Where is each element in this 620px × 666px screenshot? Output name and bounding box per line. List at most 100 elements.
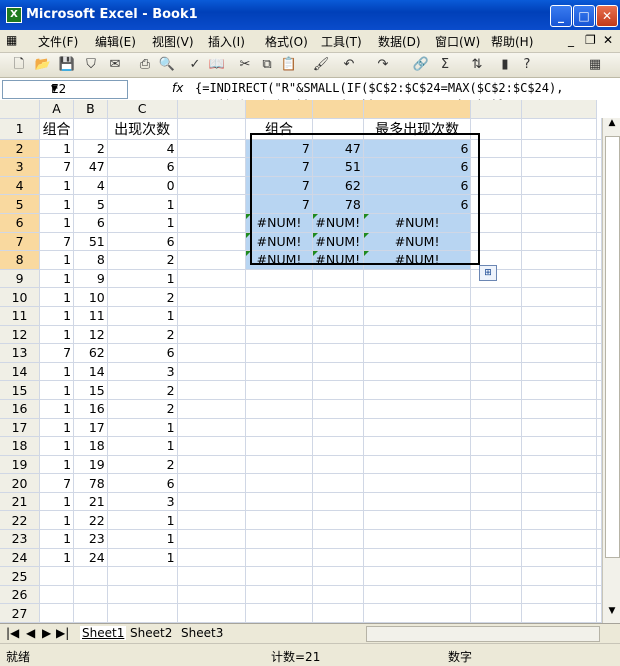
cell[interactable] <box>471 585 522 604</box>
cell[interactable]: 1 <box>107 530 177 549</box>
workbook-icon[interactable]: ▦ <box>6 33 17 47</box>
cell[interactable] <box>471 344 522 363</box>
cell[interactable]: 7 <box>246 158 313 177</box>
cell[interactable] <box>312 567 363 586</box>
column-header[interactable] <box>363 100 471 118</box>
last-sheet-icon[interactable]: ▶| <box>56 626 69 640</box>
cell[interactable] <box>522 492 597 511</box>
cell[interactable] <box>522 139 597 158</box>
cell[interactable] <box>312 511 363 530</box>
worksheet-grid[interactable]: ABC1组合出现次数组合最多出现次数2124747637476751641407… <box>0 100 602 623</box>
column-header[interactable]: A <box>40 100 74 118</box>
cell[interactable] <box>471 176 522 195</box>
cell[interactable]: 1 <box>40 139 74 158</box>
cell[interactable] <box>40 567 74 586</box>
cell[interactable]: 1 <box>107 511 177 530</box>
cell[interactable] <box>363 437 471 456</box>
cell[interactable] <box>471 418 522 437</box>
cell[interactable] <box>471 325 522 344</box>
cell[interactable] <box>363 604 471 623</box>
cell[interactable] <box>177 306 246 325</box>
cell[interactable]: 1 <box>40 306 74 325</box>
row-header[interactable]: 10 <box>0 288 40 307</box>
cell[interactable] <box>246 492 313 511</box>
cell[interactable] <box>522 604 597 623</box>
cell[interactable] <box>177 362 246 381</box>
cell[interactable]: 4 <box>107 139 177 158</box>
cell[interactable]: 2 <box>107 325 177 344</box>
cell[interactable] <box>177 604 246 623</box>
row-header[interactable]: 2 <box>0 139 40 158</box>
cell[interactable] <box>363 399 471 418</box>
cell[interactable] <box>246 530 313 549</box>
cell[interactable] <box>363 381 471 400</box>
cell[interactable] <box>522 548 597 567</box>
cell[interactable]: 1 <box>40 455 74 474</box>
cell[interactable]: 9 <box>74 269 108 288</box>
cell[interactable]: 12 <box>74 325 108 344</box>
cell[interactable]: #NUM! <box>312 232 363 251</box>
cell[interactable] <box>246 437 313 456</box>
cell[interactable] <box>312 344 363 363</box>
cell[interactable] <box>363 288 471 307</box>
cell[interactable] <box>177 325 246 344</box>
cell[interactable]: 2 <box>74 139 108 158</box>
cell[interactable] <box>363 455 471 474</box>
cell[interactable]: 2 <box>107 399 177 418</box>
cell[interactable] <box>246 362 313 381</box>
cell[interactable] <box>522 399 597 418</box>
open-icon[interactable]: 📂 <box>34 56 52 74</box>
cell[interactable] <box>246 399 313 418</box>
cell[interactable] <box>597 381 602 400</box>
cell[interactable] <box>363 325 471 344</box>
cell[interactable] <box>312 325 363 344</box>
cell[interactable] <box>246 418 313 437</box>
cell[interactable]: 1 <box>40 548 74 567</box>
cell[interactable] <box>471 604 522 623</box>
column-header[interactable] <box>246 100 313 118</box>
cell[interactable] <box>471 213 522 232</box>
cell[interactable] <box>177 381 246 400</box>
cell[interactable]: 1 <box>40 288 74 307</box>
cell[interactable] <box>597 418 602 437</box>
cell[interactable] <box>471 362 522 381</box>
cell[interactable] <box>471 530 522 549</box>
cell[interactable] <box>312 604 363 623</box>
cell[interactable]: 21 <box>74 492 108 511</box>
cell[interactable]: 1 <box>40 195 74 214</box>
cell[interactable] <box>522 511 597 530</box>
row-header[interactable]: 16 <box>0 399 40 418</box>
cell[interactable] <box>363 511 471 530</box>
cell[interactable]: 11 <box>74 306 108 325</box>
cell[interactable] <box>522 251 597 270</box>
name-box[interactable]: E2 ▼ <box>2 80 128 99</box>
cell[interactable] <box>597 139 602 158</box>
row-header[interactable]: 4 <box>0 176 40 195</box>
cell[interactable]: 6 <box>363 158 471 177</box>
cell[interactable] <box>597 251 602 270</box>
cell[interactable] <box>597 399 602 418</box>
cell[interactable]: 1 <box>40 530 74 549</box>
cell[interactable] <box>597 176 602 195</box>
row-header[interactable]: 14 <box>0 362 40 381</box>
cell[interactable] <box>177 139 246 158</box>
cell[interactable]: 2 <box>107 288 177 307</box>
cell[interactable]: 1 <box>40 251 74 270</box>
cell[interactable] <box>363 567 471 586</box>
cell[interactable]: 7 <box>40 158 74 177</box>
cell[interactable]: 3 <box>107 362 177 381</box>
cell[interactable] <box>363 344 471 363</box>
cell[interactable]: 4 <box>74 176 108 195</box>
cell[interactable] <box>597 530 602 549</box>
cell[interactable] <box>597 158 602 177</box>
menu-data[interactable]: 数据(D) <box>378 33 421 50</box>
row-header[interactable]: 15 <box>0 381 40 400</box>
cell[interactable] <box>312 418 363 437</box>
cell[interactable] <box>597 213 602 232</box>
cell[interactable]: 2 <box>107 381 177 400</box>
cell[interactable] <box>597 118 602 139</box>
cell[interactable] <box>471 288 522 307</box>
cell[interactable] <box>597 492 602 511</box>
vertical-scrollbar[interactable]: ▲ ▼ <box>602 118 620 623</box>
cell[interactable]: 24 <box>74 548 108 567</box>
